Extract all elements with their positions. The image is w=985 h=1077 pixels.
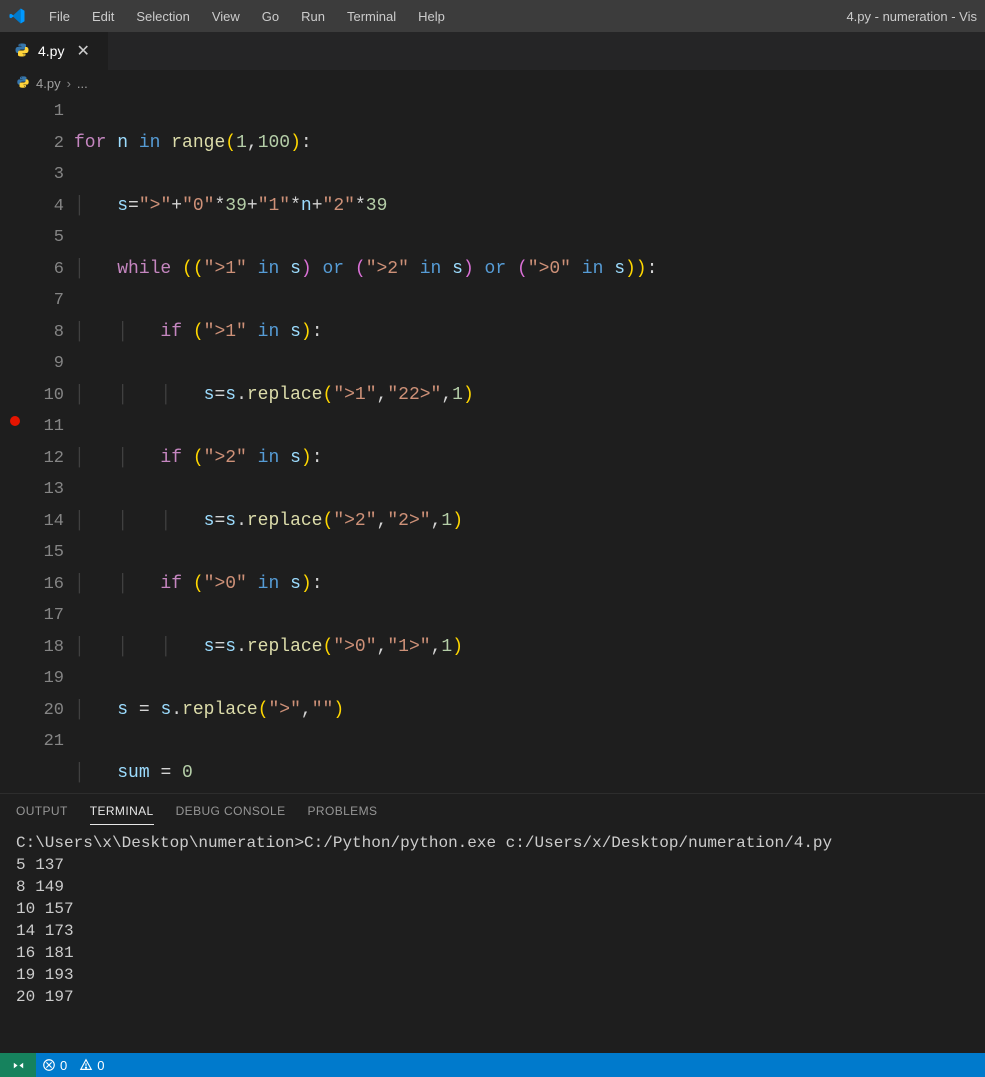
line-number: 3: [0, 159, 64, 191]
line-number: 4: [0, 191, 64, 223]
editor-tab-bar: 4.py ✕: [0, 32, 985, 70]
breadcrumb-file: 4.py: [36, 76, 61, 91]
breadcrumb[interactable]: 4.py › ...: [0, 70, 985, 96]
line-number: 15: [0, 537, 64, 569]
window-title: 4.py - numeration - Vis: [846, 9, 977, 24]
tab-label: 4.py: [38, 43, 64, 59]
line-number: 5: [0, 222, 64, 254]
terminal-line: 5 137: [16, 856, 64, 874]
line-number: 17: [0, 600, 64, 632]
line-number: 21: [0, 726, 64, 758]
menu-view[interactable]: View: [203, 5, 249, 28]
menu-file[interactable]: File: [40, 5, 79, 28]
terminal-line: 10 157: [16, 900, 74, 918]
line-number-gutter: 1 2 3 4 5 6 7 8 9 10 11 12 13 14 15 16 1…: [0, 96, 74, 793]
status-warnings[interactable]: 0: [73, 1058, 110, 1073]
line-number: 2: [0, 128, 64, 160]
line-number: 10: [0, 380, 64, 412]
menu-selection[interactable]: Selection: [127, 5, 198, 28]
status-bar: 0 0: [0, 1053, 985, 1077]
menu-help[interactable]: Help: [409, 5, 454, 28]
close-icon[interactable]: ✕: [72, 41, 93, 61]
terminal-content[interactable]: C:\Users\x\Desktop\numeration>C:/Python/…: [0, 828, 985, 1053]
bottom-panel: OUTPUT TERMINAL DEBUG CONSOLE PROBLEMS C…: [0, 793, 985, 1053]
panel-tabs: OUTPUT TERMINAL DEBUG CONSOLE PROBLEMS: [0, 794, 985, 828]
line-number: 9: [0, 348, 64, 380]
terminal-line: 8 149: [16, 878, 64, 896]
warning-count: 0: [97, 1058, 104, 1073]
python-icon: [14, 42, 30, 61]
tab-terminal[interactable]: TERMINAL: [90, 798, 154, 825]
line-number: 14: [0, 506, 64, 538]
menu-edit[interactable]: Edit: [83, 5, 123, 28]
line-number: 7: [0, 285, 64, 317]
terminal-line: 16 181: [16, 944, 74, 962]
tab-problems[interactable]: PROBLEMS: [308, 798, 378, 824]
status-errors[interactable]: 0: [36, 1058, 73, 1073]
terminal-prompt: C:\Users\x\Desktop\numeration>: [16, 834, 304, 852]
breadcrumb-rest: ...: [77, 76, 88, 91]
line-number: 19: [0, 663, 64, 695]
menu-terminal[interactable]: Terminal: [338, 5, 405, 28]
menu-bar: File Edit Selection View Go Run Terminal…: [0, 0, 985, 32]
chevron-right-icon: ›: [67, 76, 71, 91]
remote-indicator[interactable]: [0, 1053, 36, 1077]
python-icon: [16, 75, 30, 92]
line-number: 8: [0, 317, 64, 349]
line-number: 18: [0, 632, 64, 664]
terminal-line: 19 193: [16, 966, 74, 984]
vscode-logo-icon: [8, 7, 26, 25]
line-number: 13: [0, 474, 64, 506]
line-number: 16: [0, 569, 64, 601]
tab-output[interactable]: OUTPUT: [16, 798, 68, 824]
terminal-command: C:/Python/python.exe c:/Users/x/Desktop/…: [304, 834, 832, 852]
line-number: 6: [0, 254, 64, 286]
editor-tab-4py[interactable]: 4.py ✕: [0, 32, 109, 70]
tab-debug-console[interactable]: DEBUG CONSOLE: [176, 798, 286, 824]
error-count: 0: [60, 1058, 67, 1073]
menu-go[interactable]: Go: [253, 5, 288, 28]
line-number: 1: [0, 96, 64, 128]
terminal-line: 14 173: [16, 922, 74, 940]
line-number: 20: [0, 695, 64, 727]
terminal-line: 20 197: [16, 988, 74, 1006]
line-number: 12: [0, 443, 64, 475]
code-content[interactable]: for n in range(1,100): │ s=">"+"0"*39+"1…: [74, 96, 657, 793]
line-number: 11: [0, 411, 64, 443]
menu-run[interactable]: Run: [292, 5, 334, 28]
code-editor[interactable]: 1 2 3 4 5 6 7 8 9 10 11 12 13 14 15 16 1…: [0, 96, 985, 793]
breakpoint-icon[interactable]: [10, 416, 20, 426]
